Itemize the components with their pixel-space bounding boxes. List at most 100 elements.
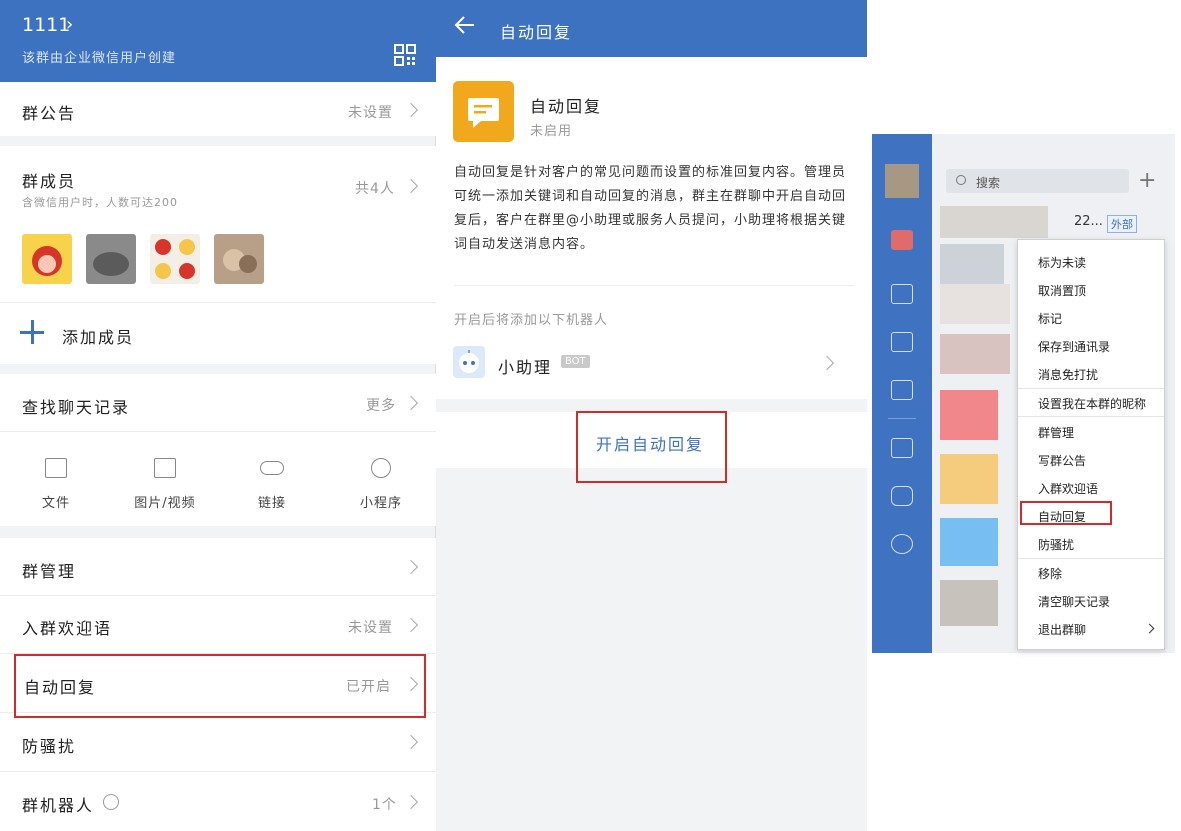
menu-item[interactable]: 写群公告 [1038, 452, 1086, 469]
menu-item[interactable]: 保存到通讯录 [1038, 338, 1110, 355]
group-name[interactable]: 1111 [22, 14, 70, 36]
avatar-image [93, 252, 129, 276]
list-item[interactable] [940, 244, 1004, 284]
welcome-label[interactable]: 入群欢迎语 [22, 615, 112, 639]
menu-item[interactable]: 入群欢迎语 [1038, 480, 1098, 497]
page-title: 自动回复 [500, 23, 573, 42]
tool-label: 文件 [41, 496, 70, 511]
list-item[interactable] [940, 206, 1048, 238]
announcement-value: 未设置 [348, 105, 393, 121]
announcement-row[interactable]: 群公告 未设置 [0, 82, 436, 136]
group-manage-label[interactable]: 群管理 [22, 558, 76, 582]
tool-label: 小程序 [359, 496, 402, 511]
auto-reply-icon [453, 81, 514, 142]
avatar[interactable] [22, 234, 72, 284]
menu-item[interactable]: 标记 [1038, 310, 1062, 327]
chat-name: 22... [1074, 214, 1103, 229]
divider [454, 285, 854, 286]
members-label[interactable]: 群成员 [22, 168, 76, 192]
search-history-more[interactable]: 更多 [366, 395, 396, 415]
chevron-right-icon [403, 102, 419, 118]
add-member-button[interactable]: 添加成员 [62, 324, 134, 348]
org-chart-icon[interactable] [891, 284, 913, 304]
avatar[interactable] [214, 234, 264, 284]
qr-code-icon[interactable] [394, 44, 416, 66]
list-item[interactable] [940, 334, 1010, 374]
divider [0, 302, 436, 303]
menu-item[interactable]: 标为未读 [1038, 254, 1086, 271]
chat-history-section: 查找聊天记录 更多 文件 图片/视频 链接 小程序 [0, 374, 436, 526]
menu-item[interactable]: 消息免打扰 [1038, 366, 1098, 383]
robot-icon [459, 350, 479, 373]
phone-icon[interactable] [891, 534, 913, 554]
calendar-icon[interactable] [891, 332, 913, 352]
message-icon[interactable] [891, 230, 913, 250]
divider [0, 431, 436, 432]
sidebar-rail [872, 134, 932, 653]
robot-value: 1个 [372, 797, 397, 813]
plus-icon[interactable] [20, 320, 44, 344]
link-icon [260, 461, 284, 475]
search-input[interactable] [946, 169, 1129, 193]
external-tag: 外部 [1107, 215, 1137, 233]
tool-mini-program[interactable]: 小程序 [341, 458, 421, 511]
back-arrow-icon[interactable] [454, 14, 476, 36]
list-item[interactable] [940, 518, 998, 566]
image-icon [154, 458, 176, 478]
highlight-box [14, 654, 426, 718]
divider [0, 771, 436, 772]
chevron-right-icon [403, 395, 419, 411]
chevron-right-icon [403, 178, 419, 194]
divider [1018, 388, 1164, 389]
chevron-right-icon[interactable] [819, 355, 835, 371]
tool-link[interactable]: 链接 [232, 458, 312, 511]
bot-name[interactable]: 小助理 [498, 354, 552, 378]
doc-icon[interactable] [891, 438, 913, 458]
list-item[interactable] [940, 390, 998, 440]
auto-reply-status: 未启用 [530, 124, 573, 139]
avatar[interactable] [885, 164, 919, 198]
box-icon[interactable] [891, 486, 913, 506]
divider [1018, 558, 1164, 559]
welcome-value: 未设置 [348, 620, 393, 636]
menu-item[interactable]: 群管理 [1038, 424, 1074, 441]
apps-grid-icon[interactable] [891, 380, 913, 400]
search-placeholder: 搜索 [976, 176, 1001, 190]
robot-icon [103, 794, 119, 810]
members-count[interactable]: 共4人 [355, 178, 395, 198]
chevron-right-icon [403, 734, 419, 750]
robot-label[interactable]: 群机器人 [22, 792, 94, 816]
avatar[interactable] [86, 234, 136, 284]
context-menu: 标为未读 取消置顶 标记 保存到通讯录 消息免打扰 设置我在本群的昵称 群管理 … [1017, 239, 1165, 650]
search-history-label[interactable]: 查找聊天记录 [22, 394, 130, 418]
menu-item[interactable]: 防骚扰 [1038, 536, 1074, 553]
menu-item[interactable]: 清空聊天记录 [1038, 593, 1110, 610]
members-section: 群成员 含微信用户时，人数可达200 共4人 添加成员 [0, 146, 436, 364]
auto-reply-panel: 自动回复 自动回复 未启用 自动回复是针对客户的常见问题而设置的标准回复内容。管… [436, 0, 867, 831]
menu-item[interactable]: 移除 [1038, 565, 1062, 582]
highlight-box [576, 411, 727, 483]
list-item[interactable] [940, 454, 998, 504]
auto-reply-title: 自动回复 [530, 97, 603, 116]
menu-item[interactable]: 设置我在本群的昵称 [1038, 395, 1146, 412]
plus-icon[interactable]: + [1138, 170, 1156, 192]
chevron-right-icon [403, 559, 419, 575]
chevron-right-icon[interactable]: › [66, 14, 73, 35]
members-hint: 含微信用户时，人数可达200 [22, 196, 178, 209]
list-item[interactable] [940, 580, 998, 626]
auto-reply-header: 自动回复 [436, 0, 867, 57]
anti-spam-label[interactable]: 防骚扰 [22, 733, 76, 757]
avatar-image [223, 249, 257, 273]
group-header: 1111 › 该群由企业微信用户创建 [0, 0, 436, 82]
avatar[interactable] [150, 234, 200, 284]
folder-icon [45, 458, 67, 478]
bot-avatar [453, 346, 485, 378]
robot-hint: 开启后将添加以下机器人 [454, 313, 609, 328]
avatar-image [32, 246, 62, 276]
tool-file[interactable]: 文件 [16, 458, 96, 511]
highlight-box [1020, 501, 1112, 525]
tool-image[interactable]: 图片/视频 [125, 458, 205, 511]
list-item[interactable] [940, 284, 1010, 324]
menu-item[interactable]: 取消置顶 [1038, 282, 1086, 299]
menu-item[interactable]: 退出群聊 [1038, 621, 1086, 638]
